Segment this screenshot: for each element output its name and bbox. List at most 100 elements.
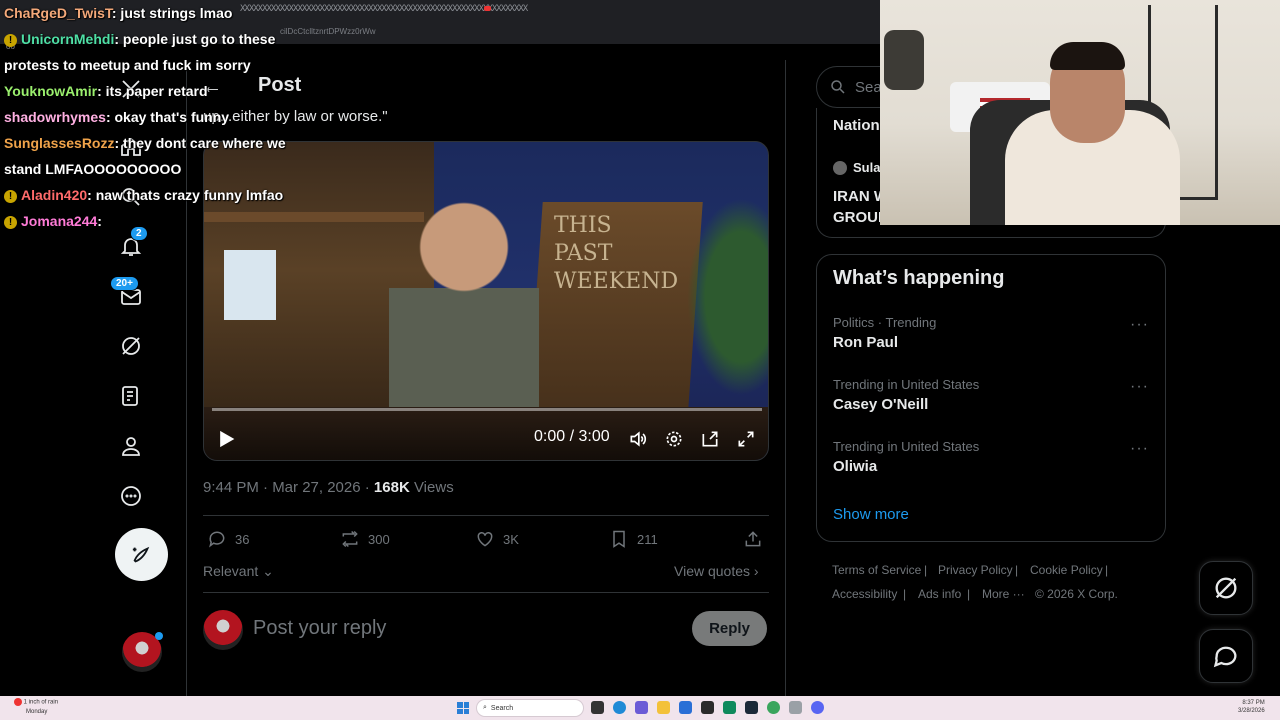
reply-sort-label: Relevant: [203, 563, 259, 579]
news-user-name: Sula: [853, 160, 881, 175]
taskbar-search[interactable]: ⌕ Search: [476, 699, 584, 717]
video-sign-text: THIS PAST WEEKEND: [554, 212, 678, 296]
trend-more-icon[interactable]: ···: [1130, 378, 1149, 396]
video-plant: [678, 182, 768, 412]
trend-item-ron-paul[interactable]: Ron Paul: [833, 334, 898, 351]
post-timestamp[interactable]: 9:44 PM · Mar 27, 2026 ·: [203, 479, 370, 496]
share-action[interactable]: [743, 529, 763, 549]
app-icon[interactable]: [723, 701, 736, 714]
chat-badge-icon: !: [4, 216, 17, 229]
chat-message: stand LMFAOOOOOOOOO: [4, 156, 304, 182]
grok-icon[interactable]: [118, 333, 144, 359]
chat-text: protests to meetup and fuck im sorry: [4, 57, 251, 73]
reply-action[interactable]: 36: [207, 529, 249, 549]
news-user-avatar: [833, 160, 847, 175]
chat-username[interactable]: Jomana244: [21, 213, 97, 229]
video-progress-bar[interactable]: [212, 408, 762, 411]
repost-count: 300: [368, 531, 390, 547]
news-user[interactable]: Sula: [833, 160, 880, 175]
taskbar-clock[interactable]: 8:37 PM 3/28/2026: [1238, 699, 1265, 715]
settings-gear-icon[interactable]: [662, 427, 686, 451]
chat-text: :: [97, 213, 102, 229]
weather-day: Monday: [26, 708, 48, 715]
footer-ads-link[interactable]: Ads info: [918, 587, 961, 601]
post-meta: 9:44 PM · Mar 27, 2026 · 168K Views: [203, 479, 454, 496]
store-icon[interactable]: [679, 701, 692, 714]
profile-icon[interactable]: [118, 433, 144, 459]
views-count: 168K: [373, 479, 410, 496]
discord-icon[interactable]: [811, 701, 824, 714]
chat-username[interactable]: Aladin420: [21, 187, 87, 203]
trend-more-icon[interactable]: ···: [1130, 440, 1149, 458]
bookmark-action[interactable]: 211: [609, 529, 658, 549]
taskbar-date: 3/28/2026: [1238, 708, 1265, 714]
grok-float-button[interactable]: [1199, 561, 1253, 615]
news-item-fragment[interactable]: Nation: [833, 117, 880, 134]
reply-button[interactable]: Reply: [692, 611, 767, 646]
sign-line-2: PAST: [554, 241, 613, 266]
footer-cookie-link[interactable]: Cookie Policy: [1030, 563, 1103, 577]
chat-username[interactable]: shadowrhymes: [4, 109, 106, 125]
repost-action[interactable]: 300: [340, 529, 390, 549]
webcam-person-hair: [1050, 42, 1125, 70]
grok-icon: [1215, 577, 1237, 599]
repost-icon: [342, 530, 358, 548]
video-host: [389, 187, 539, 427]
trend-more-icon[interactable]: ···: [1130, 316, 1149, 334]
show-more-link[interactable]: Show more: [833, 506, 909, 523]
footer-divider: |: [1105, 563, 1109, 577]
taskbar-search-label: Search: [490, 704, 514, 712]
view-quotes-label: View quotes: [674, 563, 751, 579]
view-quotes-link[interactable]: View quotes ›: [674, 563, 759, 579]
trend-context: Politics · Trending: [833, 315, 937, 330]
chevron-right-icon: ›: [753, 563, 759, 579]
chat-badge-icon: !: [4, 190, 17, 203]
chat-username[interactable]: ChaRgeD_TwisT: [4, 5, 112, 21]
reply-count: 36: [235, 531, 250, 547]
trend-context: Trending in United States: [833, 377, 980, 392]
chat-username[interactable]: YouknowAmir: [4, 83, 97, 99]
chrome-icon[interactable]: [767, 701, 780, 714]
more-icon[interactable]: [118, 483, 144, 509]
play-icon[interactable]: [214, 427, 238, 451]
windows-start-icon[interactable]: [457, 702, 469, 714]
volume-icon[interactable]: [626, 427, 650, 451]
snipping-icon[interactable]: [789, 701, 802, 714]
bookmark-count: 211: [637, 531, 658, 547]
footer-more-link[interactable]: More ···: [982, 587, 1025, 601]
reply-sort-dropdown[interactable]: Relevant ⌄: [203, 563, 274, 580]
reply-avatar: [203, 610, 243, 650]
taskbar-weather[interactable]: 1 inch of rain Monday: [14, 698, 58, 717]
divider: [203, 592, 769, 593]
chat-message: SunglassesRozz: they dont care where we: [4, 130, 304, 156]
messages-float-button[interactable]: [1199, 629, 1253, 683]
footer-privacy-link[interactable]: Privacy Policy: [938, 563, 1013, 577]
fullscreen-icon[interactable]: [734, 427, 758, 451]
reply-input[interactable]: Post your reply: [253, 617, 386, 640]
picture-in-picture-icon[interactable]: [698, 427, 722, 451]
heart-icon: [477, 531, 493, 547]
app-icon[interactable]: [701, 701, 714, 714]
trend-item-oliwia[interactable]: Oliwia: [833, 458, 877, 475]
footer-terms-link[interactable]: Terms of Service: [832, 563, 921, 577]
edge-icon[interactable]: [613, 701, 626, 714]
chat-message: YouknowAmir: its paper retard: [4, 78, 304, 104]
webcam-overlay: [880, 0, 1280, 225]
file-explorer-icon[interactable]: [657, 701, 670, 714]
footer-accessibility-link[interactable]: Accessibility: [832, 587, 897, 601]
chat-username[interactable]: UnicornMehdi: [21, 31, 114, 47]
task-view-icon[interactable]: [591, 701, 604, 714]
chat-message: ! Jomana244:: [4, 208, 304, 234]
chat-text: stand LMFAOOOOOOOOO: [4, 161, 182, 177]
trend-item-casey-oneill[interactable]: Casey O'Neill: [833, 396, 928, 413]
chat-message: protests to meetup and fuck im sorry: [4, 52, 304, 78]
copilot-icon[interactable]: [635, 701, 648, 714]
weather-text: 1 inch of rain: [23, 699, 59, 706]
chat-username[interactable]: SunglassesRozz: [4, 135, 114, 151]
lists-icon[interactable]: [118, 383, 144, 409]
like-action[interactable]: 3K: [475, 529, 519, 549]
steam-icon[interactable]: [745, 701, 758, 714]
compose-post-button[interactable]: [115, 528, 168, 581]
account-avatar[interactable]: [122, 632, 163, 672]
reply-icon: [209, 531, 225, 548]
